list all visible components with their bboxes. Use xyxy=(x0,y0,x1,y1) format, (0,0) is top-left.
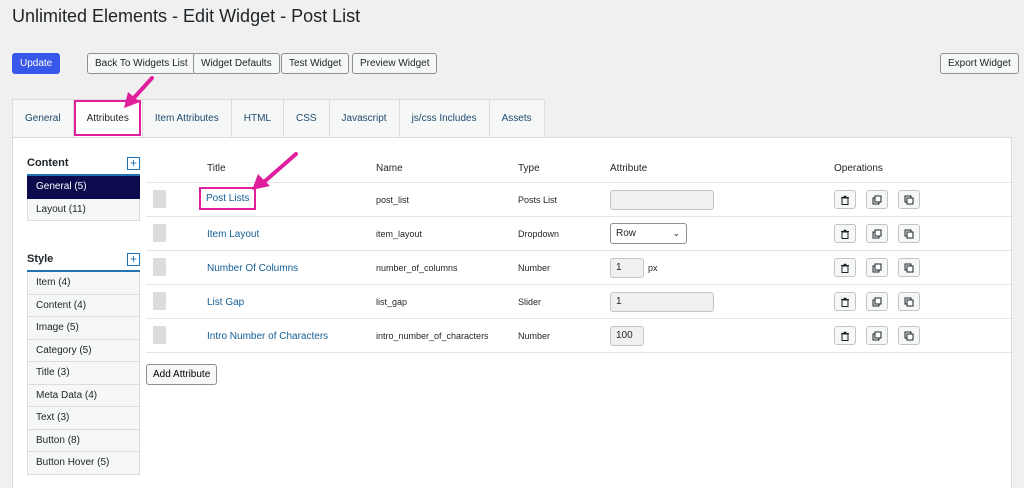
attribute-value-field[interactable]: 100 xyxy=(610,326,644,346)
export-widget-button[interactable]: Export Widget xyxy=(940,53,1019,74)
add-attribute-button[interactable]: Add Attribute xyxy=(146,364,218,385)
add-style-icon[interactable]: + xyxy=(127,252,140,266)
unit-label: px xyxy=(648,263,658,273)
attribute-name: item_layout xyxy=(376,229,423,239)
chevron-down-icon: ⌄ xyxy=(672,228,680,238)
delete-icon[interactable] xyxy=(834,190,856,209)
header-title: Title xyxy=(207,163,226,174)
drag-handle[interactable] xyxy=(153,326,166,344)
duplicate-icon[interactable] xyxy=(898,224,920,243)
add-content-icon[interactable]: + xyxy=(127,156,140,170)
attribute-type: Number xyxy=(518,263,551,273)
table-row: Intro Number of Characters intro_number_… xyxy=(146,319,1011,353)
sidebar-item-item[interactable]: Item (4) xyxy=(27,272,140,295)
attribute-title-link[interactable]: Item Layout xyxy=(207,229,259,240)
sidebar-item-meta-data[interactable]: Meta Data (4) xyxy=(27,384,140,407)
header-attribute: Attribute xyxy=(610,163,648,174)
test-widget-button[interactable]: Test Widget xyxy=(281,53,350,74)
delete-icon[interactable] xyxy=(834,292,856,311)
attribute-name: post_list xyxy=(376,195,410,205)
back-to-widgets-button[interactable]: Back To Widgets List xyxy=(87,53,196,74)
header-operations: Operations xyxy=(834,163,883,174)
page-title: Unlimited Elements - Edit Widget - Post … xyxy=(12,6,361,26)
edit-icon[interactable] xyxy=(866,292,888,311)
sidebar-item-button-hover[interactable]: Button Hover (5) xyxy=(27,452,140,475)
content-section: Content + General (5) Layout (11) xyxy=(27,152,140,221)
style-header: Style + xyxy=(27,248,140,272)
tab-html[interactable]: HTML xyxy=(230,99,283,137)
edit-icon[interactable] xyxy=(866,190,888,209)
attribute-value-field[interactable] xyxy=(610,190,714,210)
header-type: Type xyxy=(518,163,540,174)
content-title: Content xyxy=(27,157,69,169)
annotation-arrow-icon xyxy=(252,152,298,190)
drag-handle[interactable] xyxy=(153,190,166,208)
edit-icon[interactable] xyxy=(866,224,888,243)
sidebar-item-layout[interactable]: Layout (11) xyxy=(27,198,140,221)
delete-icon[interactable] xyxy=(834,224,856,243)
tab-css[interactable]: CSS xyxy=(282,99,329,137)
attribute-title-link[interactable]: Post Lists xyxy=(198,187,257,210)
sidebar-item-general[interactable]: General (5) xyxy=(27,176,140,199)
attribute-type: Number xyxy=(518,331,551,341)
tab-javascript[interactable]: Javascript xyxy=(328,99,399,137)
attribute-value-field[interactable]: 1 xyxy=(610,292,714,312)
tab-js-css-includes[interactable]: js/css Includes xyxy=(398,99,489,137)
attribute-name: list_gap xyxy=(376,297,408,307)
sidebar-item-button[interactable]: Button (8) xyxy=(27,429,140,452)
annotation-arrow-icon xyxy=(124,76,154,108)
preview-widget-button[interactable]: Preview Widget xyxy=(352,53,438,74)
content-header: Content + xyxy=(27,152,140,176)
attribute-name: number_of_columns xyxy=(376,263,458,273)
attribute-name: intro_number_of_characters xyxy=(376,331,489,341)
delete-icon[interactable] xyxy=(834,326,856,345)
duplicate-icon[interactable] xyxy=(898,292,920,311)
sidebar-item-category[interactable]: Category (5) xyxy=(27,339,140,362)
attribute-type: Posts List xyxy=(518,195,558,205)
tab-bar: General Attributes Item Attributes HTML … xyxy=(12,99,545,137)
attribute-value-field[interactable]: 1 xyxy=(610,258,644,278)
drag-handle[interactable] xyxy=(153,224,166,242)
attribute-title-link[interactable]: List Gap xyxy=(207,297,244,308)
attribute-type: Dropdown xyxy=(518,229,560,239)
table-row: Item Layout item_layout Dropdown Row ⌄ xyxy=(146,217,1011,251)
tab-assets[interactable]: Assets xyxy=(488,99,545,137)
duplicate-icon[interactable] xyxy=(898,190,920,209)
tab-general[interactable]: General xyxy=(12,99,73,137)
sidebar-item-image[interactable]: Image (5) xyxy=(27,317,140,340)
duplicate-icon[interactable] xyxy=(898,326,920,345)
style-title: Style xyxy=(27,253,54,265)
sidebar-item-content[interactable]: Content (4) xyxy=(27,294,140,317)
table-row: Number Of Columns number_of_columns Numb… xyxy=(146,251,1011,285)
drag-handle[interactable] xyxy=(153,258,166,276)
duplicate-icon[interactable] xyxy=(898,258,920,277)
header-name: Name xyxy=(376,163,403,174)
attribute-title-link[interactable]: Intro Number of Characters xyxy=(207,331,328,342)
attribute-title-link[interactable]: Number Of Columns xyxy=(207,263,298,274)
sidebar-item-title[interactable]: Title (3) xyxy=(27,362,140,385)
delete-icon[interactable] xyxy=(834,258,856,277)
attributes-panel: Content + General (5) Layout (11) Style … xyxy=(12,137,1012,488)
widget-defaults-button[interactable]: Widget Defaults xyxy=(193,53,280,74)
edit-icon[interactable] xyxy=(866,326,888,345)
attribute-type: Slider xyxy=(518,297,542,307)
edit-icon[interactable] xyxy=(866,258,888,277)
layout-select-value: Row xyxy=(616,228,637,239)
table-row: List Gap list_gap Slider 1 xyxy=(146,285,1011,319)
drag-handle[interactable] xyxy=(153,292,166,310)
layout-select[interactable]: Row ⌄ xyxy=(610,223,687,244)
update-button[interactable]: Update xyxy=(12,53,61,74)
sidebar-item-text[interactable]: Text (3) xyxy=(27,407,140,430)
style-section: Style + Item (4) Content (4) Image (5) C… xyxy=(27,248,140,475)
